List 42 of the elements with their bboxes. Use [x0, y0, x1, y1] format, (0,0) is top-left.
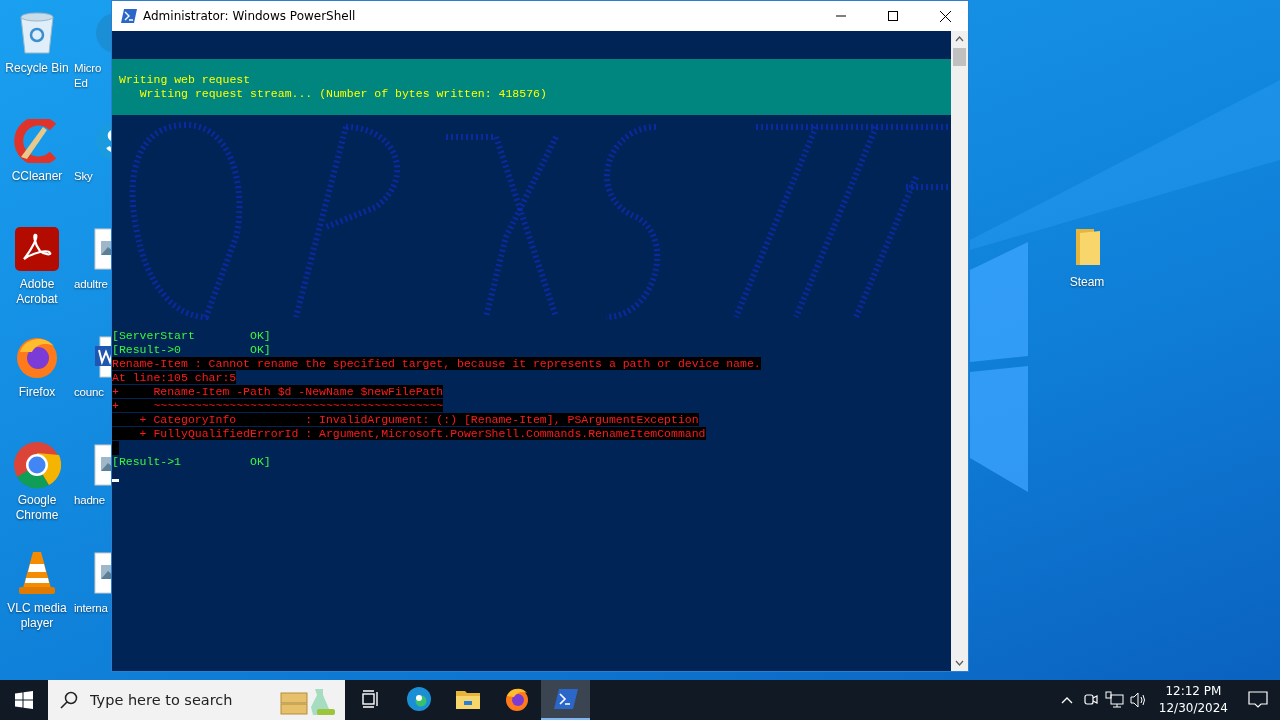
desktop-shortcut[interactable]: Google Chrome: [0, 440, 74, 523]
taskbar-search-box[interactable]: Type here to search: [48, 680, 345, 720]
window-title: Administrator: Windows PowerShell: [143, 9, 356, 23]
scrollbar-thumb[interactable]: [953, 48, 966, 66]
desktop-icon-label[interactable]: counc: [72, 385, 104, 400]
edge-icon: [405, 686, 432, 712]
console-line: [Result->1 OK]: [112, 455, 271, 468]
search-field[interactable]: Type here to search: [88, 691, 269, 709]
network-icon: [1104, 691, 1125, 709]
scrollbar[interactable]: [951, 31, 968, 671]
desktop-icon-label[interactable]: Sky: [72, 169, 93, 184]
desktop-shortcut[interactable]: Firefox: [0, 332, 74, 400]
console-line: [ServerStart OK]: [112, 329, 271, 342]
powershell-icon: [553, 689, 578, 709]
taskbar-clock[interactable]: 12:12 PM 12/30/2024: [1150, 680, 1236, 720]
progress-status: Writing request stream... (Number of bytes written: 418576): [138, 87, 548, 101]
desktop-icon-label[interactable]: hadne: [72, 493, 105, 508]
recycle-bin-icon: [17, 11, 57, 55]
chrome-icon: [13, 441, 61, 489]
search-icon: [60, 691, 78, 709]
powershell-icon: [121, 9, 137, 23]
maximize-icon: [888, 11, 898, 21]
speech-bubble-icon: [1248, 691, 1268, 709]
desktop-shortcut[interactable]: CCleaner: [0, 116, 74, 184]
desktop-shortcut[interactable]: Recycle Bin: [0, 8, 74, 76]
close-icon: [939, 10, 951, 22]
acrobat-icon: [14, 227, 60, 271]
desktop-icon-label[interactable]: adultre: [72, 277, 108, 292]
desktop-shortcut[interactable]: VLC media player: [0, 548, 74, 631]
progress-activity: Writing web request: [119, 73, 252, 87]
desktop-icon-label[interactable]: interna: [72, 601, 108, 616]
desktop-icon-label[interactable]: Micro Ed: [72, 61, 102, 91]
firefox-icon: [503, 686, 530, 712]
desktop-shortcut[interactable]: Steam: [1050, 222, 1124, 290]
chevron-up-icon: [1060, 696, 1073, 704]
folder-icon: [455, 689, 480, 709]
error-background: [112, 441, 119, 455]
windows-logo-icon: [15, 691, 33, 709]
console-line: [Result->0 OK]: [112, 343, 271, 356]
task-view-icon: [359, 689, 380, 709]
traffic-cone-icon: [17, 550, 57, 596]
desktop-shortcut[interactable]: Adobe Acrobat: [0, 224, 74, 307]
